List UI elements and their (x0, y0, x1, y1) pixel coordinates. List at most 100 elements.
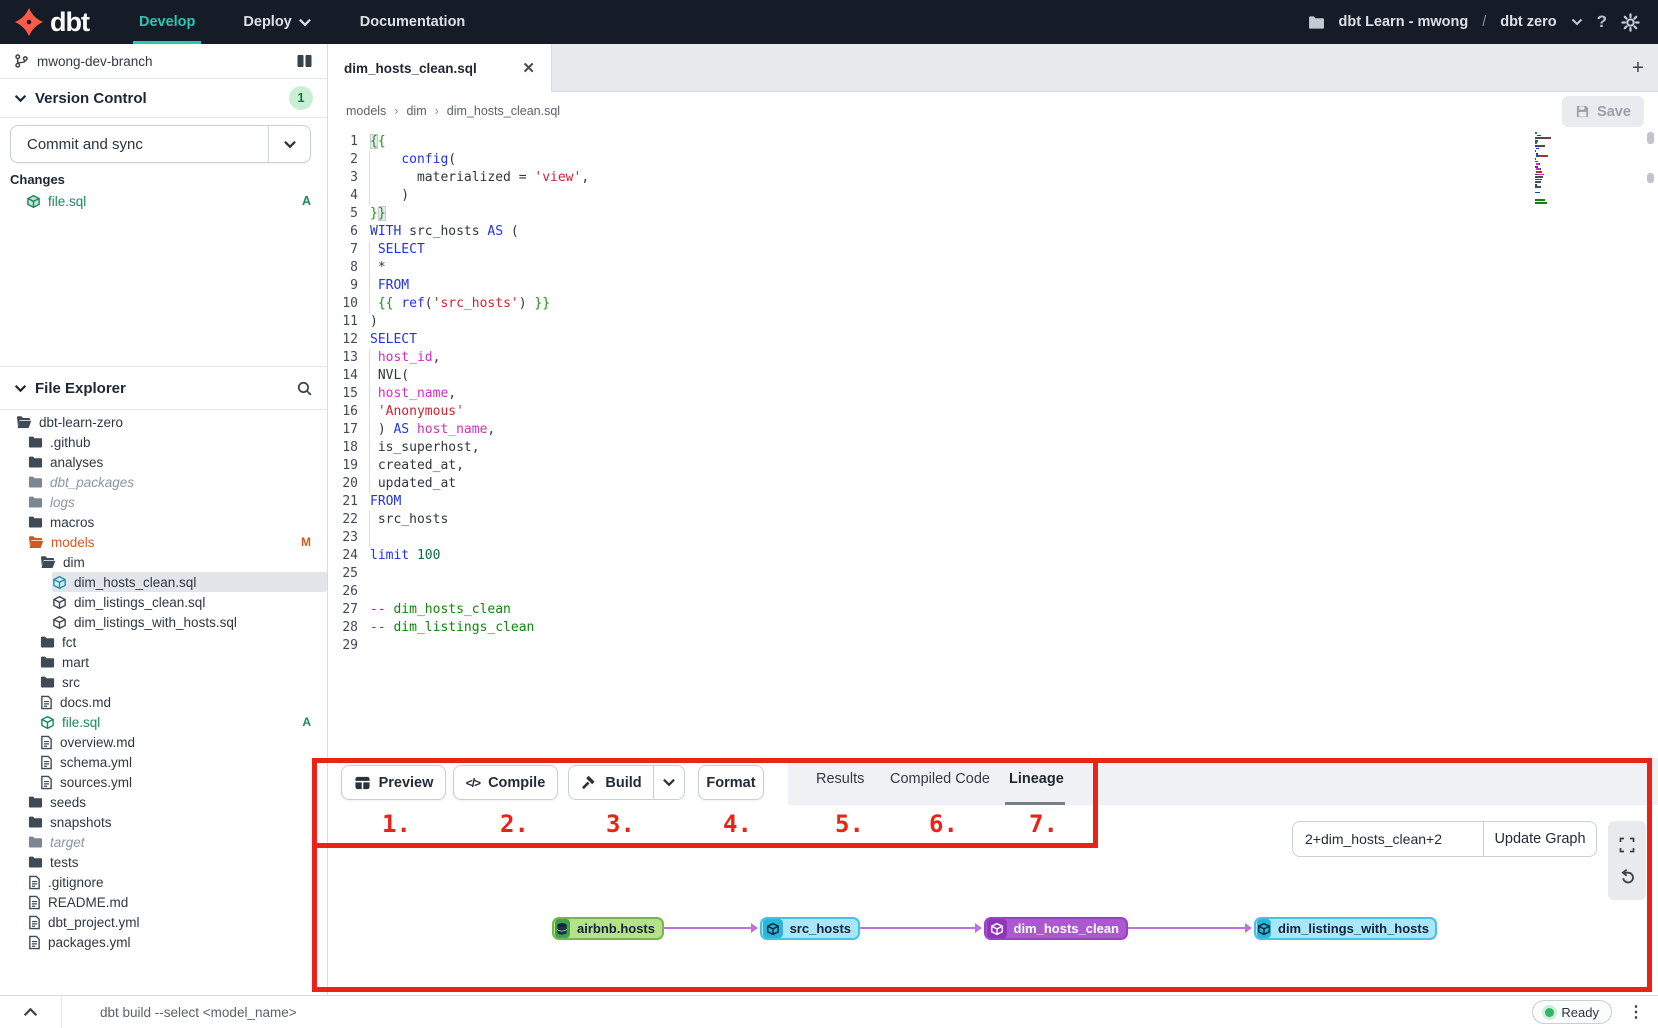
cube-icon (1257, 919, 1271, 938)
tree-item-snapshots[interactable]: snapshots (28, 812, 327, 832)
fullscreen-icon[interactable] (1619, 837, 1635, 853)
code-line: 14 NVL( (330, 367, 589, 385)
build-button[interactable]: Build (568, 765, 653, 800)
lineage-node-src-hosts[interactable]: src_hosts (760, 917, 860, 940)
close-icon[interactable]: ✕ (522, 59, 535, 77)
tree-item-tests[interactable]: tests (28, 852, 327, 872)
code-line: 16 'Anonymous' (330, 403, 589, 421)
gear-icon[interactable] (1621, 13, 1640, 32)
tree-item-dbt-project-yml[interactable]: dbt_project.yml (28, 912, 327, 932)
model-cube-icon (52, 595, 67, 610)
dbt-logo[interactable]: dbt (0, 0, 115, 44)
commit-options-chevron[interactable] (268, 126, 310, 162)
code-text (370, 637, 378, 655)
project-chevron-down-icon[interactable] (1571, 18, 1583, 26)
tree-item-macros[interactable]: macros (28, 512, 327, 532)
nav-item-deploy[interactable]: Deploy (219, 0, 335, 44)
new-tab-button[interactable]: + (1626, 56, 1650, 80)
file-icon (40, 695, 53, 710)
kebab-menu-icon[interactable]: ⋮ (1628, 1002, 1644, 1022)
file-explorer-header[interactable]: File Explorer (0, 366, 327, 410)
account-name[interactable]: dbt Learn - mwong (1339, 14, 1469, 30)
tree-item-dim[interactable]: dim (40, 552, 327, 572)
branch-selector[interactable]: mwong-dev-branch (0, 44, 327, 79)
version-control-header[interactable]: Version Control 1 (0, 79, 327, 118)
tree-item-seeds[interactable]: seeds (28, 792, 327, 812)
build-options-chevron[interactable] (653, 765, 685, 800)
tree-item-mart[interactable]: mart (40, 652, 327, 672)
tree-item-file-sql[interactable]: file.sqlA (40, 712, 327, 732)
model-cube-icon (52, 575, 67, 590)
panel-tab-lineage[interactable]: Lineage (1009, 771, 1064, 787)
tree-item-dbt-packages[interactable]: dbt_packages (28, 472, 327, 492)
code-line: 20 updated_at (330, 475, 589, 493)
tree-item--github[interactable]: .github (28, 432, 327, 452)
tree-item-packages-yml[interactable]: packages.yml (28, 932, 327, 952)
tree-item-models[interactable]: modelsM (28, 532, 327, 552)
version-control-title: Version Control (35, 90, 147, 107)
code-line: 11) (330, 313, 589, 331)
update-graph-button[interactable]: Update Graph (1483, 821, 1597, 857)
code-text: FROM (370, 277, 409, 295)
panel-tab-compiled-code[interactable]: Compiled Code (890, 771, 990, 787)
expand-console-button[interactable] (0, 996, 62, 1028)
chevron-down-icon (298, 18, 312, 27)
tree-item-logs[interactable]: logs (28, 492, 327, 512)
tree-item-label: .github (50, 435, 91, 450)
nav-item-documentation[interactable]: Documentation (336, 0, 490, 44)
code-line: 26 (330, 583, 589, 601)
line-number: 8 (330, 259, 358, 277)
tree-item-src[interactable]: src (40, 672, 327, 692)
code-editor[interactable]: 1{{2 config(3 materialized = 'view',4 )5… (328, 130, 1658, 758)
button-label: Format (706, 775, 755, 791)
tree-item-dim-hosts-clean-sql[interactable]: dim_hosts_clean.sql (52, 572, 327, 592)
line-number: 20 (330, 475, 358, 493)
commit-and-sync-button[interactable]: Commit and sync (10, 125, 311, 163)
format-button[interactable]: Format (698, 765, 764, 800)
code-line: 29 (330, 637, 589, 655)
nav-item-develop[interactable]: Develop (115, 0, 219, 44)
tab-dim-hosts-clean[interactable]: dim_hosts_clean.sql ✕ (328, 44, 552, 92)
file-icon (28, 895, 41, 910)
tree-item-schema-yml[interactable]: schema.yml (40, 752, 327, 772)
split-view-icon[interactable] (296, 53, 313, 69)
tree-item-target[interactable]: target (28, 832, 327, 852)
tree-item-dim-listings-with-hosts-sql[interactable]: dim_listings_with_hosts.sql (52, 612, 327, 632)
reset-view-icon[interactable] (1619, 868, 1636, 885)
project-name[interactable]: dbt zero (1500, 14, 1556, 30)
tree-item-dbt-learn-zero[interactable]: dbt-learn-zero (16, 412, 327, 432)
lineage-node-dim-listings-with-hosts[interactable]: dim_listings_with_hosts (1254, 917, 1437, 940)
folder-icon (28, 835, 43, 849)
changed-file-row[interactable]: file.sql A (0, 190, 327, 212)
tree-item-sources-yml[interactable]: sources.yml (40, 772, 327, 792)
folder-icon (40, 675, 55, 689)
code-line: 10 {{ ref('src_hosts') }} (330, 295, 589, 313)
tree-item-analyses[interactable]: analyses (28, 452, 327, 472)
tree-item-docs-md[interactable]: docs.md (40, 692, 327, 712)
tree-item-dim-listings-clean-sql[interactable]: dim_listings_clean.sql (52, 592, 327, 612)
commit-button-label: Commit and sync (11, 136, 143, 153)
preview-button[interactable]: Preview (341, 765, 446, 800)
lineage-node-dim-hosts-clean[interactable]: dim_hosts_clean (984, 917, 1128, 940)
line-number: 24 (330, 547, 358, 565)
file-icon (28, 875, 41, 890)
tree-item-fct[interactable]: fct (40, 632, 327, 652)
search-icon[interactable] (296, 380, 313, 397)
panel-tab-results[interactable]: Results (816, 771, 864, 787)
code-text: limit 100 (370, 547, 440, 565)
minimap[interactable] (1535, 132, 1607, 207)
help-icon[interactable]: ? (1597, 12, 1607, 32)
save-button[interactable]: Save (1562, 96, 1644, 127)
tree-item-readme-md[interactable]: README.md (28, 892, 327, 912)
file-icon (40, 755, 53, 770)
editor-scrollbar[interactable] (1646, 130, 1655, 758)
tree-item--gitignore[interactable]: .gitignore (28, 872, 327, 892)
lineage-node-airbnb-hosts[interactable]: airbnb.hosts (552, 917, 664, 940)
tree-item-overview-md[interactable]: overview.md (40, 732, 327, 752)
compile-button[interactable]: </>Compile (453, 765, 558, 800)
code-text: {{ (370, 133, 386, 151)
build-button-group: Build (568, 765, 685, 800)
line-number: 15 (330, 385, 358, 403)
lineage-selector-input[interactable] (1292, 821, 1483, 857)
line-number: 4 (330, 187, 358, 205)
